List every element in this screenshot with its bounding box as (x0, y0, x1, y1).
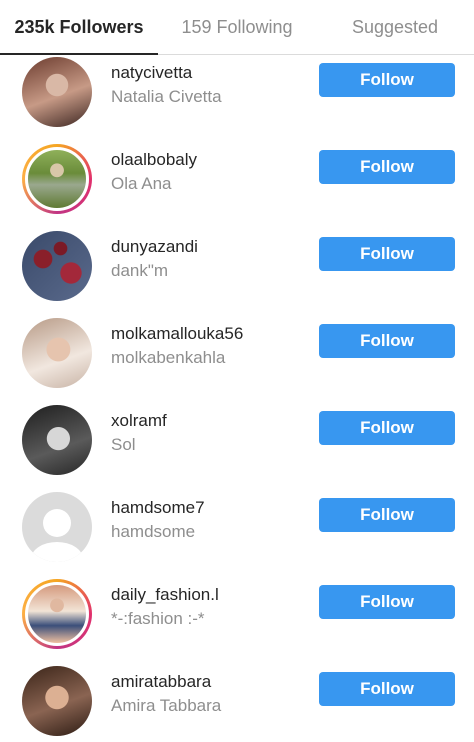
avatar[interactable] (22, 57, 92, 127)
profile-photo (22, 231, 92, 301)
profile-photo (22, 57, 92, 127)
avatar[interactable] (22, 405, 92, 475)
profile-photo (22, 666, 92, 736)
follow-button[interactable]: Follow (319, 672, 455, 706)
full-name: hamdsome (111, 522, 196, 541)
username[interactable]: dunyazandi (111, 237, 198, 257)
follow-button[interactable]: Follow (319, 585, 455, 619)
avatar-story-ring[interactable] (22, 579, 92, 649)
list-item[interactable]: amiratabbara Amira Tabbara Follow (0, 655, 474, 742)
follow-button[interactable]: Follow (319, 63, 455, 97)
username[interactable]: hamdsome7 (111, 498, 205, 518)
username[interactable]: olaalbobaly (111, 150, 197, 170)
full-name: molkabenkahla (111, 348, 226, 367)
full-name: dank"m (111, 261, 169, 280)
list-item[interactable]: daily_fashion.l *-:fashion :-* Follow (0, 568, 474, 655)
username[interactable]: xolramf (111, 411, 167, 431)
profile-photo (22, 405, 92, 475)
full-name: Ola Ana (111, 174, 172, 193)
profile-photo (22, 318, 92, 388)
list-item[interactable]: dunyazandi dank"m Follow (0, 220, 474, 307)
full-name: Amira Tabbara (111, 696, 222, 715)
follow-button[interactable]: Follow (319, 498, 455, 532)
avatar[interactable] (22, 231, 92, 301)
avatar-head-shape (43, 509, 71, 537)
follow-button[interactable]: Follow (319, 411, 455, 445)
profile-photo (25, 147, 89, 211)
list-item[interactable]: olaalbobaly Ola Ana Follow (0, 133, 474, 220)
follow-button[interactable]: Follow (319, 150, 455, 184)
profile-photo (25, 582, 89, 646)
list-item[interactable]: xolramf Sol Follow (0, 394, 474, 481)
list-item[interactable]: hamdsome7 hamdsome Follow (0, 481, 474, 568)
avatar[interactable] (22, 318, 92, 388)
default-avatar-icon (22, 492, 92, 562)
username[interactable]: daily_fashion.l (111, 585, 219, 605)
username[interactable]: amiratabbara (111, 672, 211, 692)
avatar[interactable] (22, 492, 92, 562)
avatar-story-ring[interactable] (22, 144, 92, 214)
username[interactable]: molkamallouka56 (111, 324, 243, 344)
username[interactable]: natycivetta (111, 63, 192, 83)
avatar-body-shape (31, 542, 83, 562)
full-name: Natalia Civetta (111, 87, 222, 106)
follow-button[interactable]: Follow (319, 324, 455, 358)
full-name: Sol (111, 435, 136, 454)
follow-button[interactable]: Follow (319, 237, 455, 271)
avatar[interactable] (22, 666, 92, 736)
list-item[interactable]: natycivetta Natalia Civetta Follow (0, 46, 474, 133)
full-name: *-:fashion :-* (111, 609, 205, 628)
list-item[interactable]: molkamallouka56 molkabenkahla Follow (0, 307, 474, 394)
